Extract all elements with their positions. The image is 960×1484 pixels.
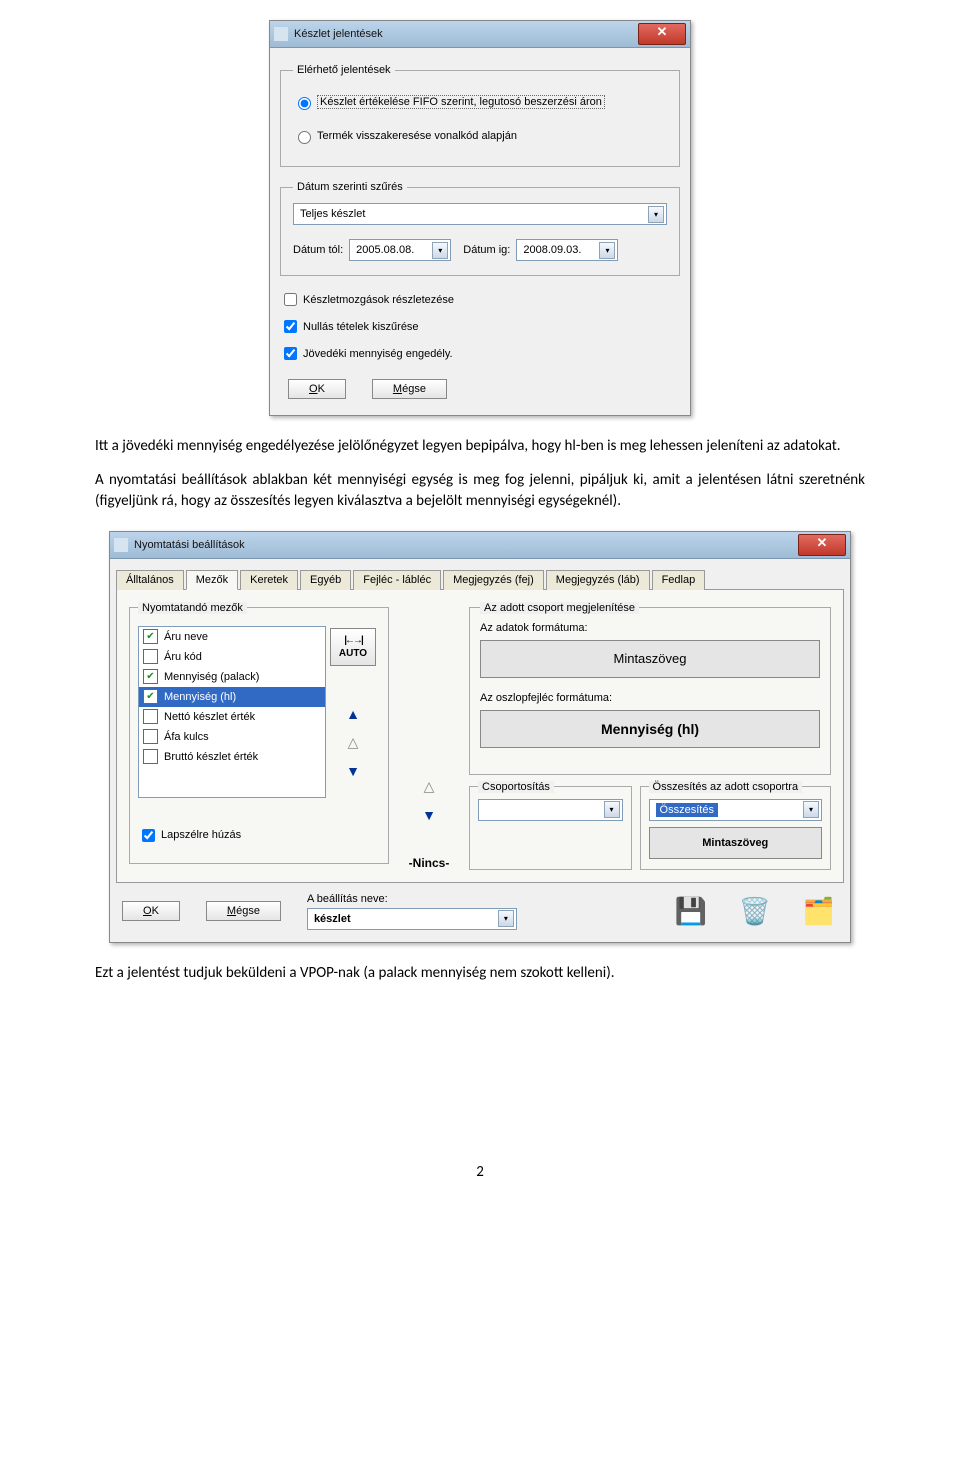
page-number: 2 xyxy=(95,1163,865,1181)
data-format-preview[interactable]: Mintaszöveg xyxy=(480,640,820,678)
auto-width-button[interactable]: |←→| AUTO xyxy=(330,628,376,666)
tab-general[interactable]: Álltalános xyxy=(116,570,184,590)
list-item[interactable]: ✔Áru neve xyxy=(139,627,325,647)
print-settings-dialog: Nyomtatási beállítások ✕ Álltalános Mező… xyxy=(109,531,851,943)
setting-name-combo[interactable]: készlet ▾ xyxy=(307,908,517,930)
save-icon[interactable]: 💾 xyxy=(672,894,710,928)
report-fifo-radio[interactable] xyxy=(298,97,311,110)
edge-check-label: Lapszélre húzás xyxy=(161,829,241,841)
ok-text: K xyxy=(318,383,325,395)
date-to-input[interactable]: 2008.09.03. ▾ xyxy=(516,239,618,261)
date-filter-group: Dátum szerinti szűrés Teljes készlet ▾ D… xyxy=(280,181,680,276)
available-reports-group: Elérhető jelentések Készlet értékelése F… xyxy=(280,64,680,167)
dialog2-title: Nyomtatási beállítások xyxy=(134,539,245,551)
scope-combo[interactable]: Teljes készlet ▾ xyxy=(293,203,667,225)
list-item[interactable]: ✔Nettó készlet érték xyxy=(139,707,325,727)
print-fields-legend: Nyomtatandó mezők xyxy=(138,602,247,614)
edge-check[interactable] xyxy=(142,829,155,842)
transfer-up-icon[interactable]: △ xyxy=(424,778,435,795)
tab-other[interactable]: Egyéb xyxy=(300,570,351,590)
close-icon[interactable]: ✕ xyxy=(638,23,686,45)
null-filter-checkbox[interactable] xyxy=(284,320,297,333)
width-arrows-icon: |←→| xyxy=(344,635,362,646)
null-filter-label: Nullás tételek kiszűrése xyxy=(303,321,419,333)
grouping-group: Csoportosítás ▾ xyxy=(469,781,632,870)
group-display: Az adott csoport megjelenítése Az adatok… xyxy=(469,602,831,775)
list-item[interactable]: ✔Áru kód xyxy=(139,647,325,667)
dialog-title: Készlet jelentések xyxy=(294,28,383,40)
sum-group: Összesítés az adott csoportra Összesítés… xyxy=(640,781,831,870)
delete-icon[interactable]: 🗑️ xyxy=(736,894,774,928)
detail-checkbox[interactable] xyxy=(284,293,297,306)
sum-legend: Összesítés az adott csoportra xyxy=(649,781,803,793)
excise-label: Jövedéki mennyiség engedély. xyxy=(303,348,453,360)
move-down-icon[interactable]: ▼ xyxy=(346,763,360,779)
header-format-label: Az oszlopfejléc formátuma: xyxy=(480,692,820,704)
paragraph-1: Itt a jövedéki mennyiség engedélyezése j… xyxy=(95,436,865,456)
header-format-preview[interactable]: Mennyiség (hl) xyxy=(480,710,820,748)
chevron-down-icon[interactable]: ▾ xyxy=(604,801,620,818)
none-label: -Nincs- xyxy=(409,856,450,870)
chevron-down-icon[interactable]: ▾ xyxy=(803,801,819,818)
list-item[interactable]: ✔Mennyiség (hl) xyxy=(139,687,325,707)
group-display-legend: Az adott csoport megjelenítése xyxy=(480,602,639,614)
paragraph-3: Ezt a jelentést tudjuk beküldeni a VPOP-… xyxy=(95,963,865,983)
move-up-icon[interactable]: ▲ xyxy=(346,706,360,722)
cancel-button[interactable]: Mégse xyxy=(206,901,281,921)
excise-checkbox[interactable] xyxy=(284,347,297,360)
ok-button[interactable]: OK xyxy=(122,901,180,921)
date-from-label: Dátum tól: xyxy=(293,244,343,256)
sum-preview[interactable]: Mintaszöveg xyxy=(649,827,822,859)
transfer-down-icon[interactable]: ▼ xyxy=(422,807,436,823)
list-item[interactable]: ✔Áfa kulcs xyxy=(139,727,325,747)
tab-note-foot[interactable]: Megjegyzés (láb) xyxy=(546,570,650,590)
date-to-label: Dátum ig: xyxy=(463,244,510,256)
list-item[interactable]: ✔Bruttó készlet érték xyxy=(139,747,325,767)
date-filter-legend: Dátum szerinti szűrés xyxy=(293,181,407,193)
tab-header-footer[interactable]: Fejléc - lábléc xyxy=(353,570,441,590)
fields-list[interactable]: ✔Áru neve ✔Áru kód ✔Mennyiség (palack) ✔… xyxy=(138,626,326,798)
date-from-input[interactable]: 2005.08.08. ▾ xyxy=(349,239,451,261)
chevron-down-icon[interactable]: ▾ xyxy=(648,206,664,223)
chevron-down-icon[interactable]: ▾ xyxy=(432,242,448,259)
report-barcode-radio[interactable] xyxy=(298,131,311,144)
print-fields-group: Nyomtatandó mezők ✔Áru neve ✔Áru kód ✔Me… xyxy=(129,602,389,864)
available-reports-legend: Elérhető jelentések xyxy=(293,64,395,76)
data-format-label: Az adatok formátuma: xyxy=(480,622,820,634)
grouping-combo[interactable]: ▾ xyxy=(478,799,623,821)
tab-cover[interactable]: Fedlap xyxy=(652,570,706,590)
tab-frames[interactable]: Keretek xyxy=(240,570,298,590)
chevron-down-icon[interactable]: ▾ xyxy=(498,910,514,927)
window-icon xyxy=(114,538,128,552)
tab-note-head[interactable]: Megjegyzés (fej) xyxy=(443,570,544,590)
paragraph-2: A nyomtatási beállítások ablakban két me… xyxy=(95,470,865,511)
detail-label: Készletmozgások részletezése xyxy=(303,294,454,306)
grouping-legend: Csoportosítás xyxy=(478,781,554,793)
cancel-button[interactable]: Mégse xyxy=(372,379,447,399)
copy-icon[interactable]: 🗂️ xyxy=(800,894,838,928)
sum-combo[interactable]: Összesítés ▾ xyxy=(649,799,822,821)
inventory-reports-dialog: Készlet jelentések ✕ Elérhető jelentések… xyxy=(269,20,691,416)
list-item[interactable]: ✔Mennyiség (palack) xyxy=(139,667,325,687)
move-up-hollow-icon[interactable]: △ xyxy=(348,734,359,751)
tab-fields[interactable]: Mezők xyxy=(186,570,238,590)
window-icon xyxy=(274,27,288,41)
close-icon[interactable]: ✕ xyxy=(798,534,846,556)
tab-bar: Álltalános Mezők Keretek Egyéb Fejléc - … xyxy=(116,569,844,590)
report-fifo-label: Készlet értékelése FIFO szerint, legutos… xyxy=(317,95,605,109)
report-barcode-label: Termék visszakeresése vonalkód alapján xyxy=(317,130,517,142)
setting-name-label: A beállítás neve: xyxy=(307,893,646,905)
ok-button[interactable]: OK xyxy=(288,379,346,399)
chevron-down-icon[interactable]: ▾ xyxy=(599,242,615,259)
